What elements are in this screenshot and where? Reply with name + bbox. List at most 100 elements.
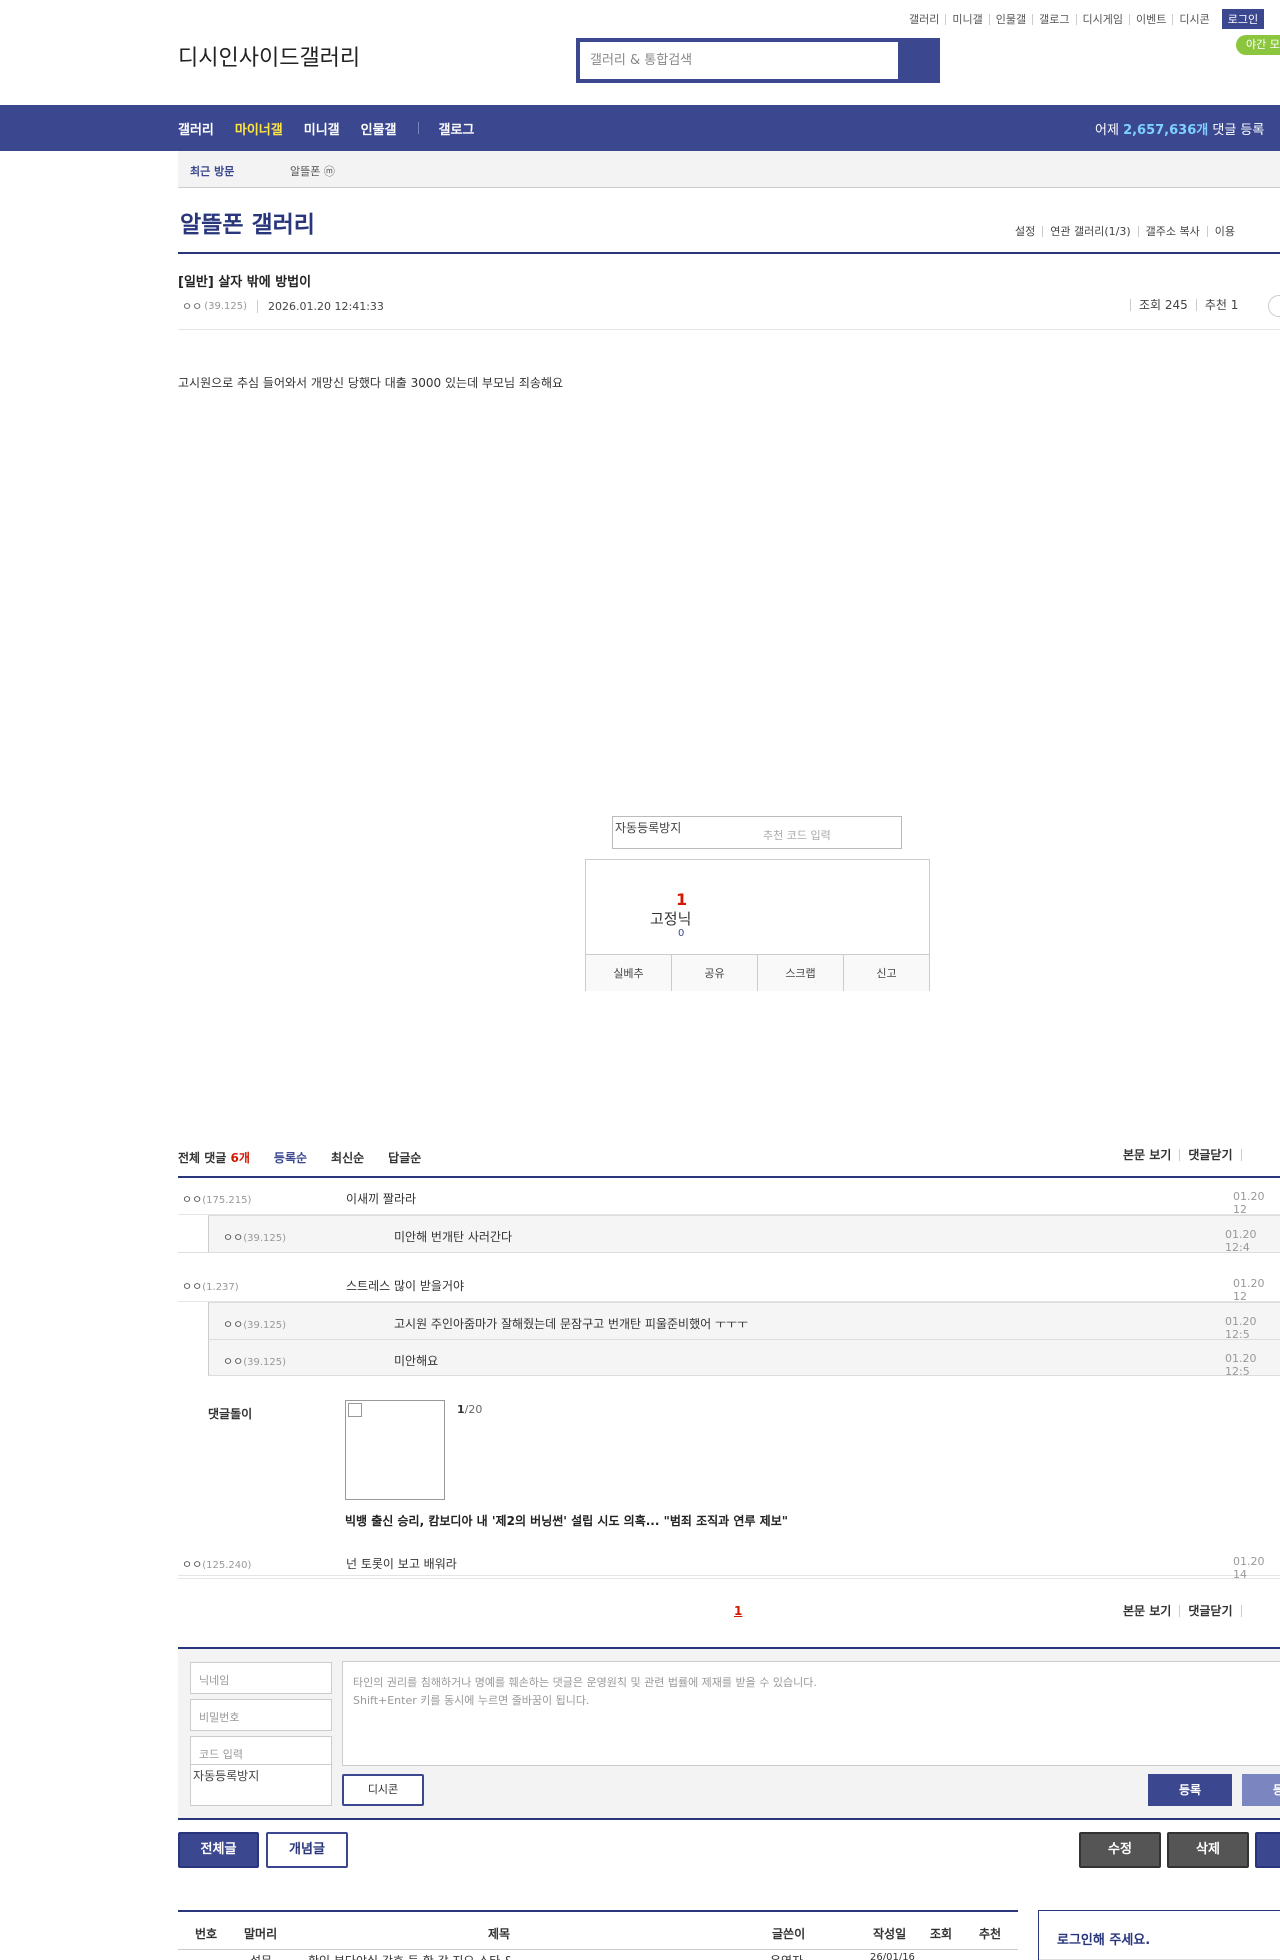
report-button[interactable]: 신고 xyxy=(843,955,929,991)
comment-nick[interactable]: ㅇㅇ(1.237) xyxy=(182,1278,239,1294)
post-more-button[interactable] xyxy=(1268,295,1280,317)
view-body-button[interactable]: 본문 보기 xyxy=(1115,1149,1179,1161)
top-menu-gallery[interactable]: 갤러리 xyxy=(903,14,945,25)
login-button[interactable]: 로그인 xyxy=(1221,9,1265,29)
reply-nick[interactable]: ㅇㅇ(39.125) xyxy=(223,1316,286,1332)
comment-nick[interactable]: ㅇㅇ(175.215) xyxy=(182,1191,251,1207)
post-recommend: 추천 1 xyxy=(1195,299,1247,311)
write-button[interactable]: 글 xyxy=(1255,1832,1280,1868)
stat-prefix: 어제 xyxy=(1095,123,1119,138)
sort-registered[interactable]: 등록순 xyxy=(274,1149,307,1166)
search-button[interactable] xyxy=(898,42,936,79)
comment-tools-top: 본문 보기 댓글닫기 xyxy=(1115,1149,1258,1161)
row-title[interactable]: 확인 부다야실 강호 둥 확 각 지요 스타 & xyxy=(308,1952,513,1960)
copy-gallery-url[interactable]: 갤주소 복사 xyxy=(1137,226,1207,237)
delete-button[interactable]: 삭제 xyxy=(1167,1832,1249,1868)
col-writer: 글쓴이 xyxy=(772,1927,806,1941)
site-logo[interactable]: 디시인사이드갤러리 xyxy=(178,40,360,72)
col-title: 제목 xyxy=(488,1927,511,1941)
gnb-mini[interactable]: 미니갤 xyxy=(304,119,340,138)
nick-ip: (175.215) xyxy=(202,1195,252,1206)
top-menu-dcgame[interactable]: 디시게임 xyxy=(1075,13,1129,25)
comment-time: 01.20 14 xyxy=(1233,1555,1265,1581)
reply-time: 01.20 12:4 xyxy=(1225,1228,1257,1254)
col-head: 말머리 xyxy=(244,1927,278,1941)
post-list-header: 번호 말머리 제목 글쓴이 작성일 조회 추천 xyxy=(178,1910,1018,1950)
comment-submit-button[interactable]: 등록 xyxy=(1148,1774,1232,1806)
reply-nick[interactable]: ㅇㅇ(39.125) xyxy=(223,1229,286,1245)
nick-text: ㅇㅇ xyxy=(182,1280,203,1293)
search-input[interactable] xyxy=(580,42,898,79)
dcbot-headline[interactable]: 빅뱅 출신 승리, 캄보디아 내 '제2의 버닝썬' 설립 시도 의혹... "… xyxy=(345,1512,788,1529)
post-list-row[interactable]: 설문 확인 부다야실 강호 둥 확 각 지요 스타 & 운영자 26/01/16 xyxy=(178,1950,1018,1960)
comment-text: 넌 토롯이 보고 배워라 xyxy=(346,1557,457,1571)
view-body-button[interactable]: 본문 보기 xyxy=(1115,1605,1179,1617)
post-stats: 조회 245 추천 1 xyxy=(1130,299,1246,311)
gallery-usage[interactable]: 이용 xyxy=(1206,226,1242,237)
night-mode-toggle[interactable]: 야간 모드 xyxy=(1236,35,1280,55)
row-writer[interactable]: 운영자 xyxy=(770,1952,803,1960)
reply-text: 미안해요 xyxy=(394,1354,439,1368)
comment-submit-recommend-button[interactable]: 등록 xyxy=(1242,1774,1280,1806)
recent-gallery-link[interactable]: 알뜰폰 ⓜ xyxy=(290,163,335,179)
post-writer[interactable]: ㅇㅇ xyxy=(182,298,202,314)
comment-stat: 어제 2,657,636개 댓글 등록 xyxy=(1095,119,1264,138)
top-menu-gallog[interactable]: 갤로그 xyxy=(1032,13,1075,25)
sort-latest[interactable]: 최신순 xyxy=(331,1149,364,1166)
stat-count: 2,657,636개 xyxy=(1123,123,1209,138)
comment-page-1[interactable]: 1 xyxy=(734,1604,742,1618)
col-date: 작성일 xyxy=(873,1927,907,1941)
comment-total-count: 6개 xyxy=(230,1151,250,1165)
gallery-setting[interactable]: 설정 xyxy=(1008,226,1042,237)
related-gallery[interactable]: 연관 갤러리(1/3) xyxy=(1042,226,1137,237)
stat-suffix: 댓글 등록 xyxy=(1212,123,1265,138)
top-menu-dccon[interactable]: 디시콘 xyxy=(1172,13,1215,25)
edit-button[interactable]: 수정 xyxy=(1079,1832,1161,1868)
close-comments-button[interactable]: 댓글닫기 xyxy=(1179,1149,1240,1161)
reply-nick[interactable]: ㅇㅇ(39.125) xyxy=(223,1353,286,1369)
password-input[interactable]: 비밀번호 xyxy=(190,1699,332,1731)
comment-tabs: 전체 댓글 6개 등록순 최신순 답글순 xyxy=(178,1149,445,1166)
reply-time: 01.20 12:5 xyxy=(1225,1315,1257,1341)
refresh-comments-button[interactable] xyxy=(1240,1605,1258,1617)
comment-textarea[interactable]: 타인의 권리를 침해하거나 명예를 훼손하는 댓글은 운영원칙 및 관련 법률에… xyxy=(342,1661,1280,1766)
recommended-posts-button[interactable]: 개념글 xyxy=(266,1832,348,1868)
post-body: 고시원으로 추심 들어와서 개망신 당했다 대출 3000 있는데 부모님 죄송… xyxy=(178,376,564,390)
captcha-input[interactable]: 추천 코드 입력 xyxy=(763,827,831,843)
recent-visit-label[interactable]: 최근 방문 xyxy=(190,163,234,179)
gnb-gallog[interactable]: 갤로그 xyxy=(439,119,475,138)
comment-time: 01.20 12 xyxy=(1233,1190,1265,1216)
top-menu-person[interactable]: 인물갤 xyxy=(988,13,1032,25)
search-box xyxy=(576,38,940,83)
comment-time: 01.20 12 xyxy=(1233,1277,1265,1303)
gallery-tools: 설정 연관 갤러리(1/3) 갤주소 복사 이용 xyxy=(1008,226,1242,237)
login-prompt[interactable]: 로그인해 주세요. xyxy=(1057,1929,1150,1948)
fixed-nick-image[interactable]: 고정닉 xyxy=(650,908,691,929)
comment-nick[interactable]: ㅇㅇ(125.240) xyxy=(182,1556,251,1572)
nick-text: ㅇㅇ xyxy=(223,1231,244,1244)
reply-row: ㅇㅇ(39.125) 미안해 번개탄 사러간다 01.20 12:4 xyxy=(208,1215,1280,1254)
silbechu-button[interactable]: 실베추 xyxy=(586,955,671,991)
dcbot-thumbnail[interactable] xyxy=(345,1400,445,1500)
nick-ip: (39.125) xyxy=(243,1357,287,1368)
dccon-button[interactable]: 디시콘 xyxy=(342,1774,424,1806)
all-posts-button[interactable]: 전체글 xyxy=(178,1832,259,1868)
gallery-title[interactable]: 알뜰폰 갤러리 xyxy=(180,205,315,239)
comment-total-label: 전체 댓글 xyxy=(178,1151,227,1165)
gnb-gallery[interactable]: 갤러리 xyxy=(178,119,214,138)
gnb-minor[interactable]: 마이너갤 xyxy=(235,119,283,138)
top-menu-event[interactable]: 이벤트 xyxy=(1128,13,1172,25)
nickname-input[interactable]: 닉네임 xyxy=(190,1662,332,1694)
scrap-button[interactable]: 스크랩 xyxy=(757,955,843,991)
share-button[interactable]: 공유 xyxy=(671,955,757,991)
row-head: 설문 xyxy=(250,1952,272,1960)
sort-reply[interactable]: 답글순 xyxy=(388,1149,421,1166)
post-divider xyxy=(178,329,1280,330)
gnb-person[interactable]: 인물갤 xyxy=(361,119,397,138)
close-comments-button[interactable]: 댓글닫기 xyxy=(1179,1605,1240,1617)
top-menu-minigall[interactable]: 미니갤 xyxy=(945,13,988,25)
comment-row: ㅇㅇ(125.240) 넌 토롯이 보고 배워라 01.20 14 xyxy=(178,1543,1280,1581)
dcbot-counter-current: 1 xyxy=(457,1403,465,1416)
refresh-comments-button[interactable] xyxy=(1240,1149,1258,1161)
broken-image-icon xyxy=(348,1403,362,1417)
